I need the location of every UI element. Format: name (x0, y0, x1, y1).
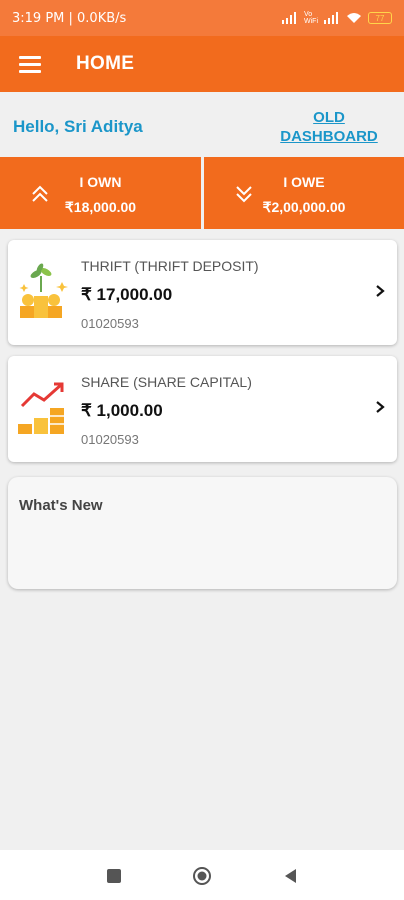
back-icon[interactable] (281, 866, 301, 886)
account-title: SHARE (SHARE CAPITAL) (81, 374, 252, 390)
account-number: 01020593 (81, 432, 139, 447)
system-nav-bar (0, 850, 404, 900)
menu-icon[interactable] (19, 55, 41, 73)
plant-coins-icon (19, 263, 68, 318)
account-amount: ₹ 1,000.00 (81, 401, 163, 420)
old-dashboard-line2: DASHBOARD (280, 128, 378, 145)
account-number: 01020593 (81, 316, 139, 331)
chevron-right-icon[interactable] (373, 398, 387, 416)
home-icon[interactable] (192, 866, 212, 886)
whats-new-title: What's New (19, 497, 103, 514)
growth-chart-coins-icon (18, 382, 64, 434)
i-owe-value: ₹2,00,000.00 (262, 199, 346, 215)
account-card-thrift[interactable]: THRIFT (THRIFT DEPOSIT) ₹ 17,000.00 0102… (8, 240, 397, 345)
status-bar: 3:19 PM | 0.0KB/s Vo WiFi 77 (0, 0, 404, 36)
i-own-value: ₹18,000.00 (64, 199, 137, 215)
app-bar: HOME (0, 36, 404, 92)
recents-icon[interactable] (104, 866, 124, 886)
account-card-share[interactable]: SHARE (SHARE CAPITAL) ₹ 1,000.00 0102059… (8, 356, 397, 462)
account-amount: ₹ 17,000.00 (81, 285, 173, 304)
battery-level: 77 (375, 13, 385, 23)
whats-new-card: What's New (8, 477, 397, 589)
old-dashboard-link[interactable]: OLD DASHBOARD (278, 108, 380, 146)
i-own-tile[interactable]: I OWN ₹18,000.00 (0, 157, 201, 229)
signal-icon (282, 12, 296, 24)
status-time: 3:19 PM | 0.0KB/s (12, 10, 127, 26)
i-owe-tile[interactable]: I OWE ₹2,00,000.00 (204, 157, 404, 229)
page-title: HOME (76, 53, 135, 74)
chevron-right-icon[interactable] (373, 282, 387, 300)
account-title: THRIFT (THRIFT DEPOSIT) (81, 258, 259, 274)
greeting-text: Hello, Sri Aditya (13, 117, 143, 136)
old-dashboard-line1: OLD (313, 109, 345, 126)
wifi-icon (347, 13, 361, 23)
signal-icon-2 (324, 12, 338, 24)
i-own-label: I OWN (79, 174, 122, 190)
status-icons: Vo WiFi 77 (282, 11, 392, 25)
network-label: Vo WiFi (304, 11, 318, 25)
battery-icon: 77 (368, 12, 392, 24)
i-owe-label: I OWE (283, 174, 325, 190)
